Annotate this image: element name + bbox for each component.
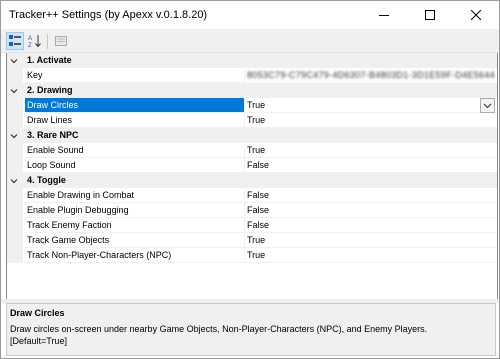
categorized-button[interactable] (6, 32, 24, 50)
category-label: 2. Drawing (27, 85, 73, 95)
property-row-draw-lines[interactable]: Draw Lines True (7, 113, 497, 128)
chevron-down-icon (483, 103, 492, 108)
property-pages-icon (55, 36, 67, 46)
property-name[interactable]: Track Game Objects (25, 233, 245, 248)
collapse-chevron-icon[interactable] (9, 176, 19, 186)
help-panel: Draw Circles Draw circles on-screen unde… (6, 303, 496, 356)
property-grid-toolbar: A Z (1, 29, 499, 53)
property-value[interactable]: True (245, 143, 497, 158)
help-default-text: [Default=True] (10, 336, 67, 346)
close-icon (471, 10, 481, 20)
collapse-chevron-icon[interactable] (9, 86, 19, 96)
property-name[interactable]: Track Enemy Faction (25, 218, 245, 233)
property-name[interactable]: Enable Sound (25, 143, 245, 158)
property-row-enable-plugin-debugging[interactable]: Enable Plugin Debugging False (7, 203, 497, 218)
window-title: Tracker++ Settings (by Apexx v.0.1.8.20) (9, 9, 208, 21)
alphabetical-button[interactable]: A Z (26, 32, 44, 50)
category-toggle[interactable]: 4. Toggle (7, 173, 497, 188)
value-dropdown-button[interactable] (480, 98, 495, 113)
category-label: 3. Rare NPC (27, 130, 79, 140)
property-pages-button[interactable] (52, 32, 70, 50)
property-row-key[interactable]: Key 8053C79-C79C479-4D6307-B4803D1-3D1E5… (7, 68, 497, 83)
property-name[interactable]: Key (25, 68, 245, 83)
property-row-enable-sound[interactable]: Enable Sound True (7, 143, 497, 158)
property-value[interactable]: True (245, 113, 497, 128)
property-name[interactable]: Draw Circles (25, 98, 245, 113)
property-grid: 1. Activate Key 8053C79-C79C479-4D6307-B… (6, 53, 498, 299)
property-value[interactable]: False (245, 188, 497, 203)
alphabetical-sort-icon: A Z (28, 35, 41, 48)
help-description-text: Draw circles on-screen under nearby Game… (10, 324, 428, 334)
category-label: 1. Activate (27, 55, 72, 65)
property-row-track-game-objects[interactable]: Track Game Objects True (7, 233, 497, 248)
property-name[interactable]: Track Non-Player-Characters (NPC) (25, 248, 245, 263)
title-bar[interactable]: Tracker++ Settings (by Apexx v.0.1.8.20) (1, 1, 499, 29)
property-value-key[interactable]: 8053C79-C79C479-4D6307-B4803D1-3D1E59F-D… (245, 68, 497, 83)
property-value[interactable]: False (245, 158, 497, 173)
property-name[interactable]: Loop Sound (25, 158, 245, 173)
property-value[interactable]: True (245, 98, 497, 113)
categorized-icon (9, 35, 21, 46)
property-row-enable-drawing-in-combat[interactable]: Enable Drawing in Combat False (7, 188, 497, 203)
minimize-button[interactable] (361, 1, 407, 29)
svg-text:A: A (28, 36, 32, 42)
maximize-button[interactable] (407, 1, 453, 29)
help-title: Draw Circles (10, 308, 65, 318)
category-drawing[interactable]: 2. Drawing (7, 83, 497, 98)
maximize-icon (425, 10, 435, 20)
property-name[interactable]: Draw Lines (25, 113, 245, 128)
collapse-chevron-icon[interactable] (9, 56, 19, 66)
property-value[interactable]: False (245, 218, 497, 233)
property-name[interactable]: Enable Drawing in Combat (25, 188, 245, 203)
property-row-loop-sound[interactable]: Loop Sound False (7, 158, 497, 173)
close-button[interactable] (453, 1, 499, 29)
svg-text:Z: Z (28, 43, 32, 48)
property-row-track-enemy-faction[interactable]: Track Enemy Faction False (7, 218, 497, 233)
settings-window: Tracker++ Settings (by Apexx v.0.1.8.20)… (0, 0, 500, 359)
category-rare-npc[interactable]: 3. Rare NPC (7, 128, 497, 143)
collapse-chevron-icon[interactable] (9, 131, 19, 141)
toolbar-separator (47, 34, 48, 49)
property-value[interactable]: False (245, 203, 497, 218)
category-label: 4. Toggle (27, 175, 66, 185)
property-value[interactable]: True (245, 233, 497, 248)
property-value[interactable]: True (245, 248, 497, 263)
property-row-draw-circles[interactable]: Draw Circles True (7, 98, 497, 113)
property-name[interactable]: Enable Plugin Debugging (25, 203, 245, 218)
property-row-track-npc[interactable]: Track Non-Player-Characters (NPC) True (7, 248, 497, 263)
minimize-icon (379, 15, 389, 16)
help-description: Draw circles on-screen under nearby Game… (10, 323, 492, 347)
category-activate[interactable]: 1. Activate (7, 53, 497, 68)
